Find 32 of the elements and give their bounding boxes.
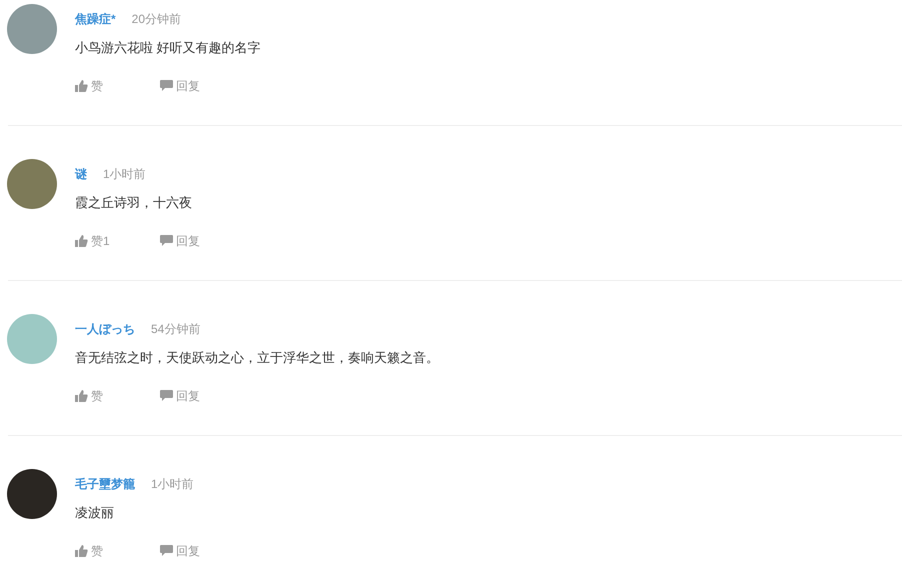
avatar-placeholder — [7, 469, 57, 519]
timestamp: 1小时前 — [103, 166, 146, 183]
thumbs-up-icon — [75, 80, 88, 92]
avatar-placeholder — [7, 314, 57, 364]
username[interactable]: 谜 — [75, 165, 87, 183]
like-button[interactable]: 赞 — [75, 387, 135, 405]
speech-bubble-icon — [160, 235, 173, 247]
reply-button[interactable]: 回复 — [160, 232, 200, 250]
thumbs-up-icon — [75, 545, 88, 557]
username[interactable]: 毛子壐梦籠 — [75, 475, 135, 493]
speech-bubble-icon — [160, 390, 173, 402]
timestamp: 1小时前 — [151, 476, 194, 493]
like-button[interactable]: 赞1 — [75, 232, 135, 250]
like-button[interactable]: 赞 — [75, 542, 135, 560]
comment-text: 音无结弦之时，天使跃动之心，立于浮华之世，奏响天籁之音。 — [75, 349, 439, 368]
reply-button[interactable]: 回复 — [160, 77, 200, 95]
username[interactable]: 一人ぼっち — [75, 320, 135, 338]
username[interactable]: 焦躁症* — [75, 10, 116, 28]
like-button[interactable]: 赞 — [75, 77, 135, 95]
reply-button[interactable]: 回复 — [160, 387, 200, 405]
avatar-placeholder — [7, 159, 57, 209]
comment-text: 小鸟游六花啦 好听又有趣的名字 — [75, 39, 261, 58]
comment-text: 霞之丘诗羽，十六夜 — [75, 194, 192, 212]
thumbs-up-icon — [75, 235, 88, 247]
speech-bubble-icon — [160, 80, 173, 92]
timestamp: 20分钟前 — [132, 11, 182, 28]
comment-text: 凌波丽 — [75, 504, 114, 522]
thumbs-up-icon — [75, 390, 88, 402]
reply-button[interactable]: 回复 — [160, 542, 200, 560]
avatar-placeholder — [7, 4, 57, 54]
timestamp: 54分钟前 — [151, 321, 200, 338]
speech-bubble-icon — [160, 545, 173, 557]
